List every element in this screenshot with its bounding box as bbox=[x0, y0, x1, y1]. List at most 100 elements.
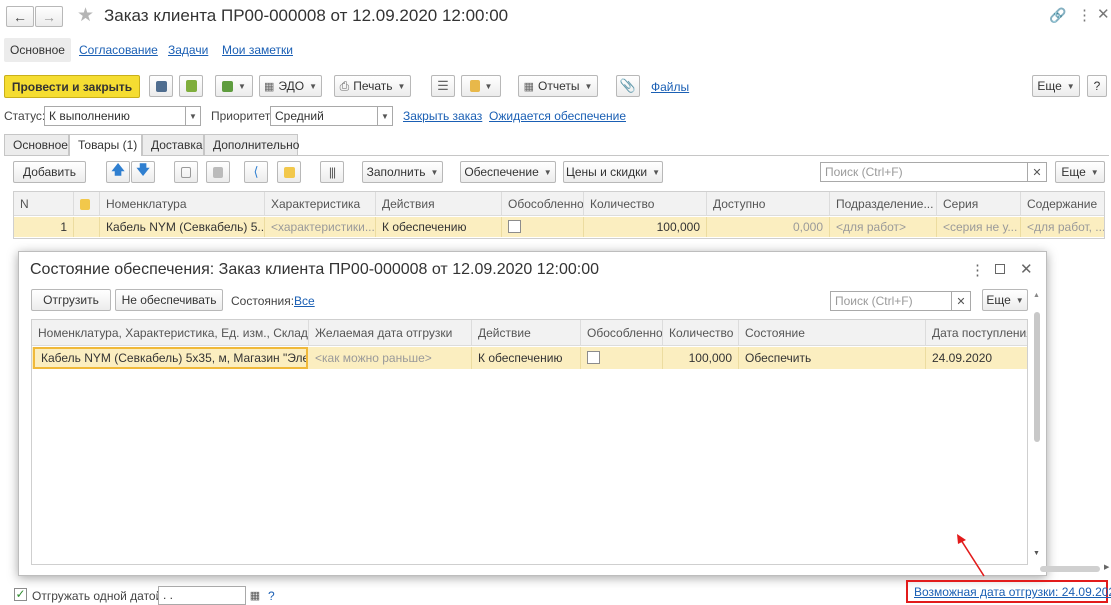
document-list-button[interactable]: ☰ bbox=[431, 75, 455, 97]
separately-checkbox[interactable] bbox=[508, 220, 521, 233]
post-button[interactable] bbox=[179, 75, 203, 97]
add-button[interactable]: Добавить bbox=[13, 161, 86, 183]
status-dropdown-button[interactable]: ▼ bbox=[185, 106, 201, 126]
goods-horizontal-scrollbar[interactable] bbox=[1040, 566, 1100, 572]
dialog-close-icon[interactable]: ✕ bbox=[1020, 260, 1033, 278]
no-provision-button[interactable]: Не обеспечивать bbox=[115, 289, 223, 311]
ship-button[interactable]: Отгрузить bbox=[31, 289, 111, 311]
tab-delivery[interactable]: Доставка bbox=[142, 134, 204, 155]
goods-search-input[interactable]: Поиск (Ctrl+F) bbox=[820, 162, 1028, 182]
dialog-maximize-icon[interactable] bbox=[995, 264, 1005, 274]
help-link[interactable]: ? bbox=[268, 589, 275, 603]
dialog-more-vertical-icon[interactable]: ⋮ bbox=[970, 261, 985, 279]
possible-ship-date-link[interactable]: Возможная дата отгрузки: 24.09.2020 bbox=[914, 585, 1111, 599]
scroll-up-icon[interactable]: ▲ bbox=[1033, 292, 1040, 299]
row-action[interactable]: К обеспечению bbox=[376, 217, 502, 237]
dialog-col-item[interactable]: Номенклатура, Характеристика, Ед. изм., … bbox=[32, 320, 309, 346]
dialog-row-quantity[interactable]: 100,000 bbox=[663, 347, 739, 369]
calendar-button[interactable]: ▦ bbox=[247, 586, 263, 605]
split-button[interactable]: ⟨ bbox=[244, 161, 268, 183]
row-separately[interactable] bbox=[502, 217, 584, 237]
more-vertical-icon[interactable]: ⋮ bbox=[1077, 6, 1092, 24]
dialog-row-state[interactable]: Обеспечить bbox=[739, 347, 926, 369]
dialog-separately-checkbox[interactable] bbox=[587, 351, 600, 364]
dialog-search-input[interactable]: Поиск (Ctrl+F) bbox=[830, 291, 952, 311]
scrollbar-thumb[interactable] bbox=[1034, 312, 1040, 442]
tab-additional[interactable]: Дополнительно bbox=[204, 134, 299, 155]
print-button[interactable]: ⎙ Печать ▼ bbox=[334, 75, 411, 97]
dialog-scrollbar[interactable]: ▲ ▼ bbox=[1032, 292, 1042, 564]
row-department[interactable]: <для работ> bbox=[830, 217, 937, 237]
scroll-down-icon[interactable]: ▼ bbox=[1033, 550, 1040, 557]
paste-button[interactable] bbox=[206, 161, 230, 183]
provision-button[interactable]: Обеспечение ▼ bbox=[460, 161, 556, 183]
scroll-right-icon[interactable]: ▶ bbox=[1104, 563, 1109, 571]
dialog-col-action[interactable]: Действие bbox=[472, 320, 581, 346]
col-available[interactable]: Доступно bbox=[707, 192, 830, 216]
dialog-row-action[interactable]: К обеспечению bbox=[472, 347, 581, 369]
col-series[interactable]: Серия bbox=[937, 192, 1021, 216]
nav-tab-main[interactable]: Основное bbox=[4, 38, 71, 62]
prices-discounts-button[interactable]: Цены и скидки ▼ bbox=[563, 161, 663, 183]
goods-search-clear-button[interactable]: ✕ bbox=[1027, 162, 1047, 182]
col-quantity[interactable]: Количество bbox=[584, 192, 707, 216]
files-link[interactable]: Файлы bbox=[651, 80, 689, 94]
tab-main[interactable]: Основное bbox=[4, 134, 69, 155]
more-button[interactable]: Еще ▼ bbox=[1032, 75, 1080, 97]
nav-tab-notes[interactable]: Мои заметки bbox=[222, 43, 293, 57]
dialog-more-button[interactable]: Еще ▼ bbox=[982, 289, 1028, 311]
row-content[interactable]: <для работ, ... bbox=[1021, 217, 1104, 237]
row-series[interactable]: <серия не у... bbox=[937, 217, 1021, 237]
back-button[interactable]: ← bbox=[6, 6, 34, 27]
help-button[interactable]: ? bbox=[1087, 75, 1107, 97]
nav-tab-tasks[interactable]: Задачи bbox=[168, 43, 208, 57]
dialog-col-arrival-date[interactable]: Дата поступления bbox=[926, 320, 1027, 346]
nav-tab-approval[interactable]: Согласование bbox=[79, 43, 158, 57]
favorite-star-icon[interactable]: ★ bbox=[77, 4, 94, 27]
create-based-on-button[interactable]: ▼ bbox=[215, 75, 253, 97]
link-icon[interactable]: 🔗 bbox=[1049, 7, 1066, 24]
dialog-col-desired-date[interactable]: Желаемая дата отгрузки bbox=[309, 320, 472, 346]
col-actions[interactable]: Действия bbox=[376, 192, 502, 216]
attachments-button[interactable]: ▼ bbox=[461, 75, 501, 97]
reports-button[interactable]: ▦ Отчеты ▼ bbox=[518, 75, 598, 97]
col-n[interactable]: N bbox=[14, 192, 74, 216]
states-all-link[interactable]: Все bbox=[294, 294, 315, 308]
close-icon[interactable]: ✕ bbox=[1097, 5, 1110, 23]
paperclip-button[interactable]: 📎 bbox=[616, 75, 640, 97]
close-order-link[interactable]: Закрыть заказ bbox=[403, 109, 482, 123]
dialog-col-quantity[interactable]: Количество bbox=[663, 320, 739, 346]
col-characteristic[interactable]: Характеристика bbox=[265, 192, 376, 216]
dialog-search-clear-button[interactable]: ✕ bbox=[951, 291, 971, 311]
dialog-col-state[interactable]: Состояние bbox=[739, 320, 926, 346]
tab-goods[interactable]: Товары (1) bbox=[69, 134, 142, 156]
priority-dropdown-button[interactable]: ▼ bbox=[377, 106, 393, 126]
copy-button[interactable] bbox=[174, 161, 198, 183]
post-and-close-button[interactable]: Провести и закрыть bbox=[4, 75, 140, 98]
select-items-button[interactable] bbox=[277, 161, 301, 183]
table-row[interactable]: 1 Кабель NYM (Севкабель) 5... <характери… bbox=[14, 217, 1104, 237]
col-icon[interactable] bbox=[74, 192, 100, 216]
dialog-row-arrival-date[interactable]: 24.09.2020 bbox=[926, 347, 1027, 369]
row-item[interactable]: Кабель NYM (Севкабель) 5... bbox=[100, 217, 265, 237]
awaiting-provision-link[interactable]: Ожидается обеспечение bbox=[489, 109, 626, 123]
edo-button[interactable]: ▦ ЭДО ▼ bbox=[259, 75, 322, 97]
col-item[interactable]: Номенклатура bbox=[100, 192, 265, 216]
fill-button[interactable]: Заполнить ▼ bbox=[362, 161, 443, 183]
status-field[interactable]: К выполнению bbox=[44, 106, 186, 126]
goods-more-button[interactable]: Еще ▼ bbox=[1055, 161, 1105, 183]
priority-field[interactable]: Средний bbox=[270, 106, 378, 126]
move-up-button[interactable]: 🡅 bbox=[106, 161, 130, 183]
ship-one-date-checkbox[interactable]: ✓ bbox=[14, 588, 27, 601]
forward-button[interactable]: → bbox=[35, 6, 63, 27]
dialog-row-item[interactable]: Кабель NYM (Севкабель) 5х35, м, Магазин … bbox=[33, 347, 308, 369]
move-down-button[interactable]: 🡇 bbox=[131, 161, 155, 183]
dialog-row-desired-date[interactable]: <как можно раньше> bbox=[309, 347, 472, 369]
save-button[interactable] bbox=[149, 75, 173, 97]
col-department[interactable]: Подразделение... bbox=[830, 192, 937, 216]
ship-date-input[interactable]: . . bbox=[158, 586, 246, 605]
row-characteristic[interactable]: <характеристики... bbox=[265, 217, 376, 237]
barcode-button[interactable]: ||| bbox=[320, 161, 344, 183]
dialog-row-separately[interactable] bbox=[581, 347, 663, 369]
col-separately[interactable]: Обособленно bbox=[502, 192, 584, 216]
